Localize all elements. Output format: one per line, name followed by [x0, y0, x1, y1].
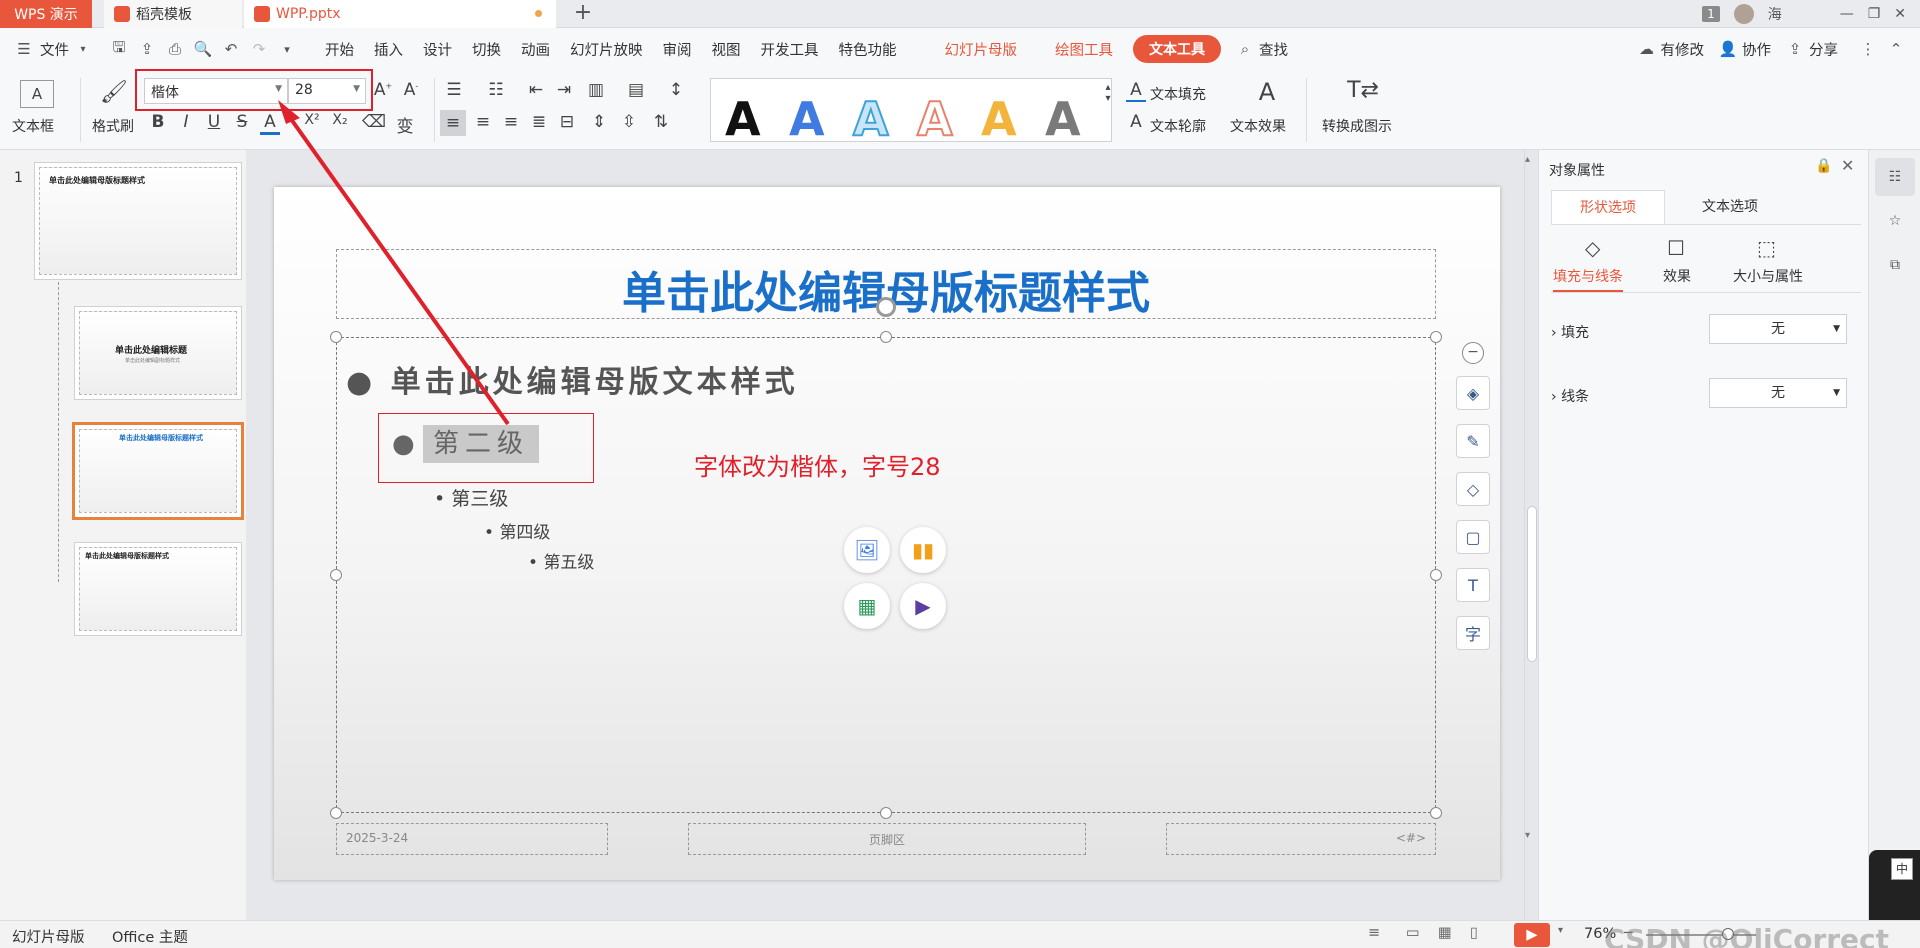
status-theme[interactable]: Office 主题	[112, 926, 188, 947]
animation-icon[interactable]: ☆	[1875, 202, 1915, 240]
subtab-effect[interactable]: 效果	[1663, 266, 1691, 286]
sorter-view-icon[interactable]: ▦	[1438, 925, 1452, 941]
watermark: CSDN @OliCorrect	[1604, 923, 1890, 948]
play-button[interactable]: ▶	[1514, 923, 1550, 947]
fill-dropdown[interactable]: 无 ▼	[1709, 314, 1847, 344]
fill-value: 无	[1771, 321, 1785, 337]
scroll-down-icon[interactable]: ▾	[1525, 830, 1530, 841]
reading-view-icon[interactable]: ▯	[1470, 925, 1478, 941]
chevron-down-icon[interactable]: ▾	[1558, 925, 1563, 936]
subtab-size[interactable]: 大小与属性	[1733, 266, 1803, 286]
tab-text-options[interactable]: 文本选项	[1665, 190, 1795, 224]
scroll-thumb[interactable]	[1527, 506, 1537, 662]
properties-panel: 对象属性 🔒 ✕ 形状选项 文本选项 ◇ 填充与线条 ☐ 效果 ⬚ 大小与属性 …	[1538, 150, 1868, 920]
vertical-scrollbar[interactable]: ▴ ▾	[1524, 150, 1538, 920]
effect-icon[interactable]: ☐	[1667, 236, 1685, 260]
transition-icon[interactable]: ⧉	[1875, 246, 1915, 284]
fill-line-icon[interactable]: ◇	[1585, 236, 1600, 260]
line-section[interactable]: › 线条	[1551, 386, 1589, 406]
status-mode: 幻灯片母版	[12, 930, 85, 946]
subtab-fill-line[interactable]: 填充与线条	[1553, 266, 1623, 292]
line-label: 线条	[1561, 389, 1590, 405]
close-icon[interactable]: ✕	[1841, 156, 1854, 175]
right-sidebar: ☷ ☆ ⧉ 中	[1868, 150, 1920, 920]
normal-view-icon[interactable]: ▭	[1406, 925, 1420, 941]
fill-label: 填充	[1561, 325, 1590, 341]
input-method-icon[interactable]: 中	[1891, 858, 1913, 880]
properties-title[interactable]: 对象属性	[1549, 160, 1605, 180]
chevron-down-icon[interactable]: ▼	[1833, 315, 1840, 343]
notes-icon[interactable]: ≡	[1368, 925, 1380, 941]
properties-toggle-icon[interactable]: ☷	[1875, 158, 1915, 196]
status-bar: 幻灯片母版 Office 主题 ≡ ▭ ▦ ▯ ▶ ▾ 76% − CSDN @…	[0, 920, 1920, 948]
line-value: 无	[1771, 385, 1785, 401]
tab-shape-options[interactable]: 形状选项	[1551, 190, 1665, 224]
line-dropdown[interactable]: 无 ▼	[1709, 378, 1847, 408]
lock-icon[interactable]: 🔒	[1815, 158, 1832, 174]
size-icon[interactable]: ⬚	[1757, 236, 1776, 260]
fill-section[interactable]: › 填充	[1551, 322, 1589, 342]
chevron-down-icon[interactable]: ▼	[1833, 379, 1840, 407]
scroll-up-icon[interactable]: ▴	[1525, 154, 1530, 165]
